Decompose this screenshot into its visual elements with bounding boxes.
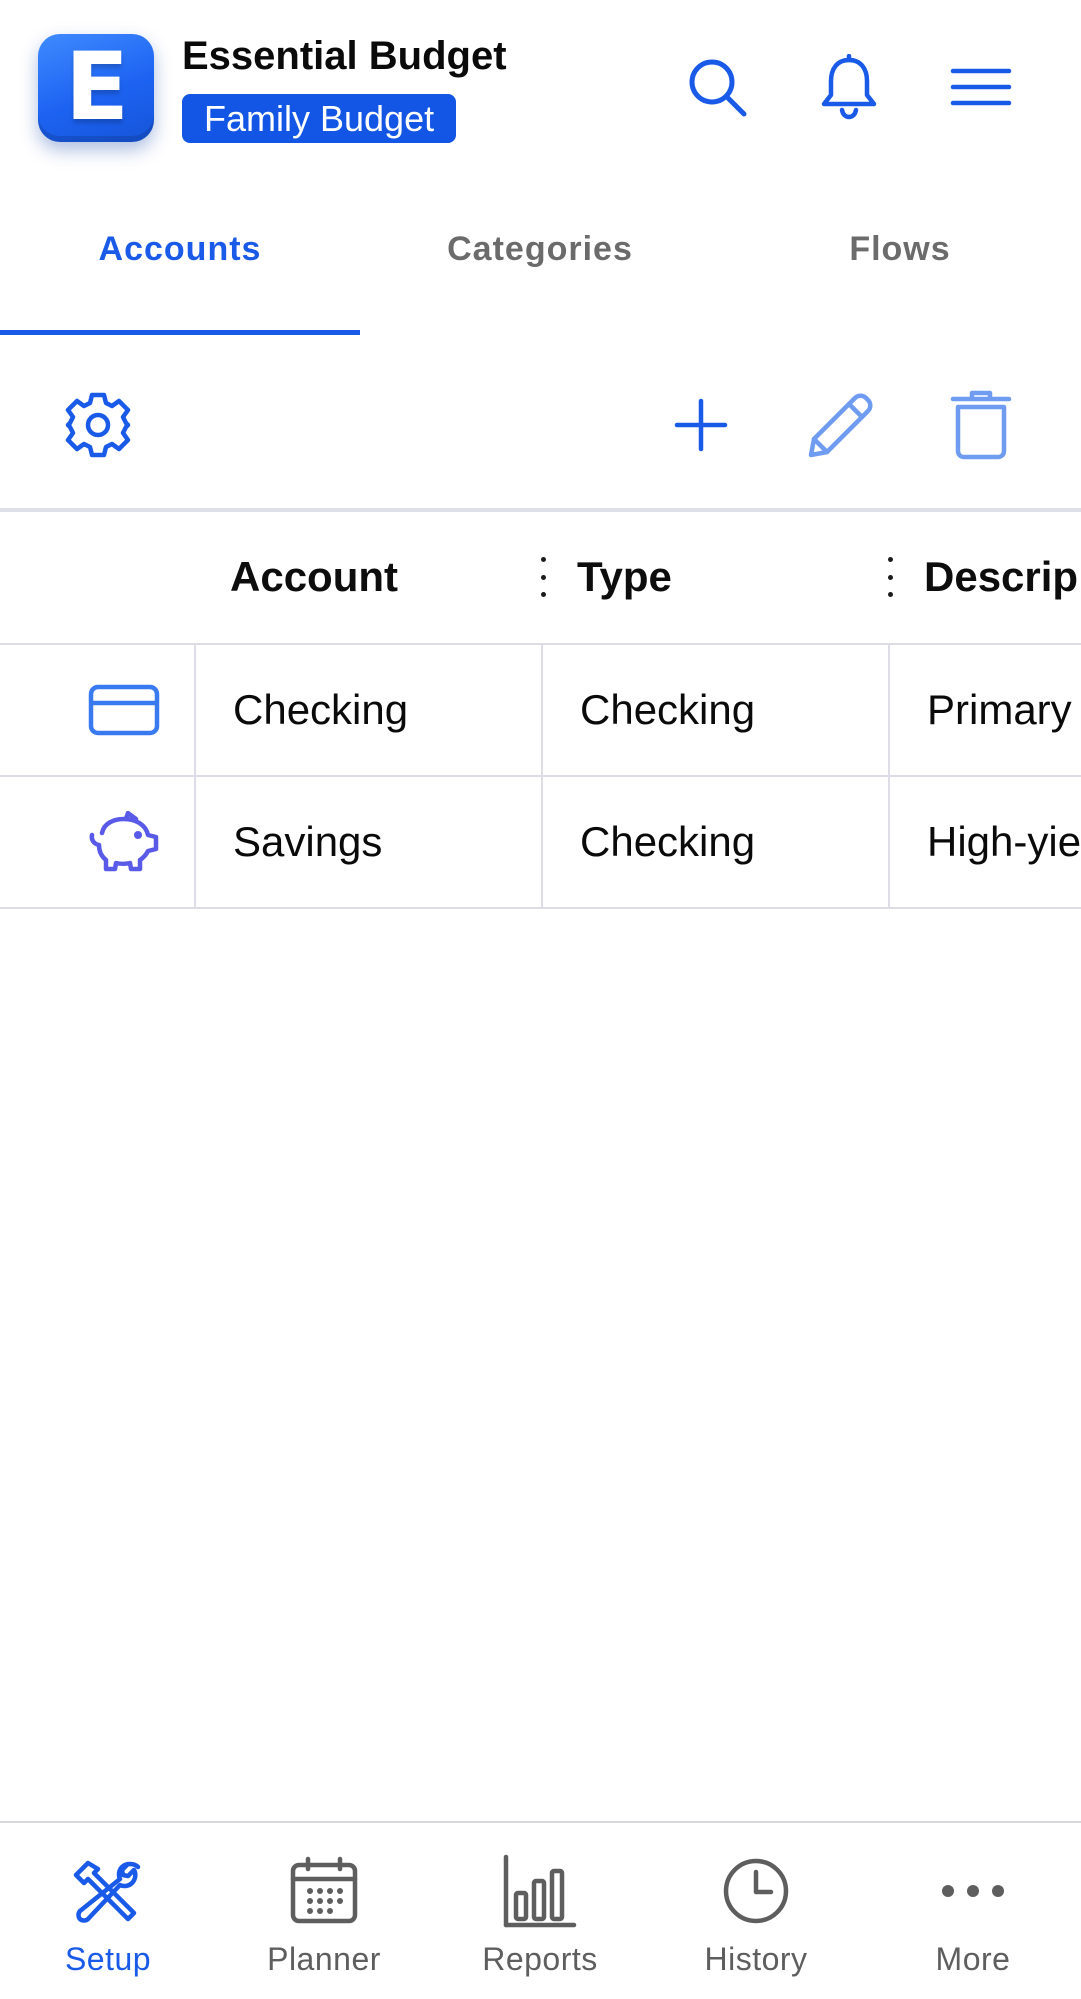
bar-chart-icon <box>503 1854 577 1928</box>
column-header-description[interactable]: Descrip <box>924 512 1081 642</box>
table-row[interactable]: Savings Checking High-yie <box>0 777 1081 909</box>
app-header: E Essential Budget Family Budget <box>0 0 1081 175</box>
logo-letter: E <box>64 33 129 142</box>
account-name-cell: Checking <box>196 645 543 775</box>
accounts-table: Account Type Descrip Checking Checking P… <box>0 512 1081 909</box>
nav-label: Planner <box>267 1941 381 1977</box>
table-header: Account Type Descrip <box>0 512 1081 645</box>
column-header-account[interactable]: Account <box>230 512 500 642</box>
table-row[interactable]: Checking Checking Primary <box>0 645 1081 777</box>
bottom-navigation: Setup Planner Reports History More <box>0 1821 1081 1999</box>
accounts-toolbar <box>0 350 1081 510</box>
account-type-cell: Checking <box>543 645 890 775</box>
app-screen: E Essential Budget Family Budget Account… <box>0 0 1081 1999</box>
notifications-button[interactable] <box>814 52 884 122</box>
settings-button[interactable] <box>58 385 138 465</box>
bell-icon <box>821 54 877 120</box>
nav-history-icon-wrap <box>716 1851 796 1931</box>
menu-icon <box>950 68 1012 106</box>
nav-setup[interactable]: Setup <box>0 1823 216 1999</box>
trash-icon <box>950 390 1012 460</box>
add-account-button[interactable] <box>661 385 741 465</box>
nav-setup-icon-wrap <box>68 1851 148 1931</box>
tab-categories[interactable]: Categories <box>360 195 720 335</box>
credit-card-icon <box>88 684 160 736</box>
more-dots-icon <box>942 1885 1004 1897</box>
budget-selector-badge[interactable]: Family Budget <box>182 94 457 143</box>
clock-icon <box>723 1858 789 1924</box>
nav-reports[interactable]: Reports <box>432 1823 648 1999</box>
plus-icon <box>674 398 728 452</box>
tab-flows[interactable]: Flows <box>720 195 1080 335</box>
tab-bar: Accounts Categories Flows <box>0 195 1081 335</box>
column-menu-handle[interactable] <box>883 557 897 597</box>
piggy-bank-icon <box>89 811 159 872</box>
pencil-icon <box>808 393 873 458</box>
tools-icon <box>73 1860 141 1923</box>
column-header-type[interactable]: Type <box>577 512 837 642</box>
search-button[interactable] <box>682 52 752 122</box>
menu-button[interactable] <box>946 52 1016 122</box>
nav-history[interactable]: History <box>648 1823 864 1999</box>
active-tab-indicator <box>0 330 360 335</box>
tab-accounts[interactable]: Accounts <box>0 195 360 335</box>
account-icon-cell <box>0 645 196 775</box>
account-name-cell: Savings <box>196 777 543 907</box>
gear-icon <box>65 392 131 458</box>
delete-account-button[interactable] <box>941 385 1021 465</box>
nav-planner[interactable]: Planner <box>216 1823 432 1999</box>
nav-more[interactable]: More <box>865 1823 1081 1999</box>
column-menu-handle[interactable] <box>536 557 550 597</box>
calendar-icon <box>290 1856 358 1924</box>
nav-label: History <box>704 1941 808 1977</box>
nav-label: More <box>935 1941 1011 1977</box>
search-icon <box>689 59 747 117</box>
account-description-cell: Primary <box>927 686 1072 733</box>
nav-label: Reports <box>482 1941 598 1977</box>
nav-reports-icon-wrap <box>500 1851 580 1931</box>
app-logo: E <box>38 34 154 142</box>
account-icon-cell <box>0 777 196 907</box>
app-title: Essential Budget <box>182 34 507 78</box>
account-description-cell: High-yie <box>927 818 1081 865</box>
nav-label: Setup <box>64 1941 152 1977</box>
nav-planner-icon-wrap <box>284 1851 364 1931</box>
account-type-cell: Checking <box>543 777 890 907</box>
nav-more-icon-wrap <box>933 1851 1013 1931</box>
edit-account-button[interactable] <box>801 385 881 465</box>
